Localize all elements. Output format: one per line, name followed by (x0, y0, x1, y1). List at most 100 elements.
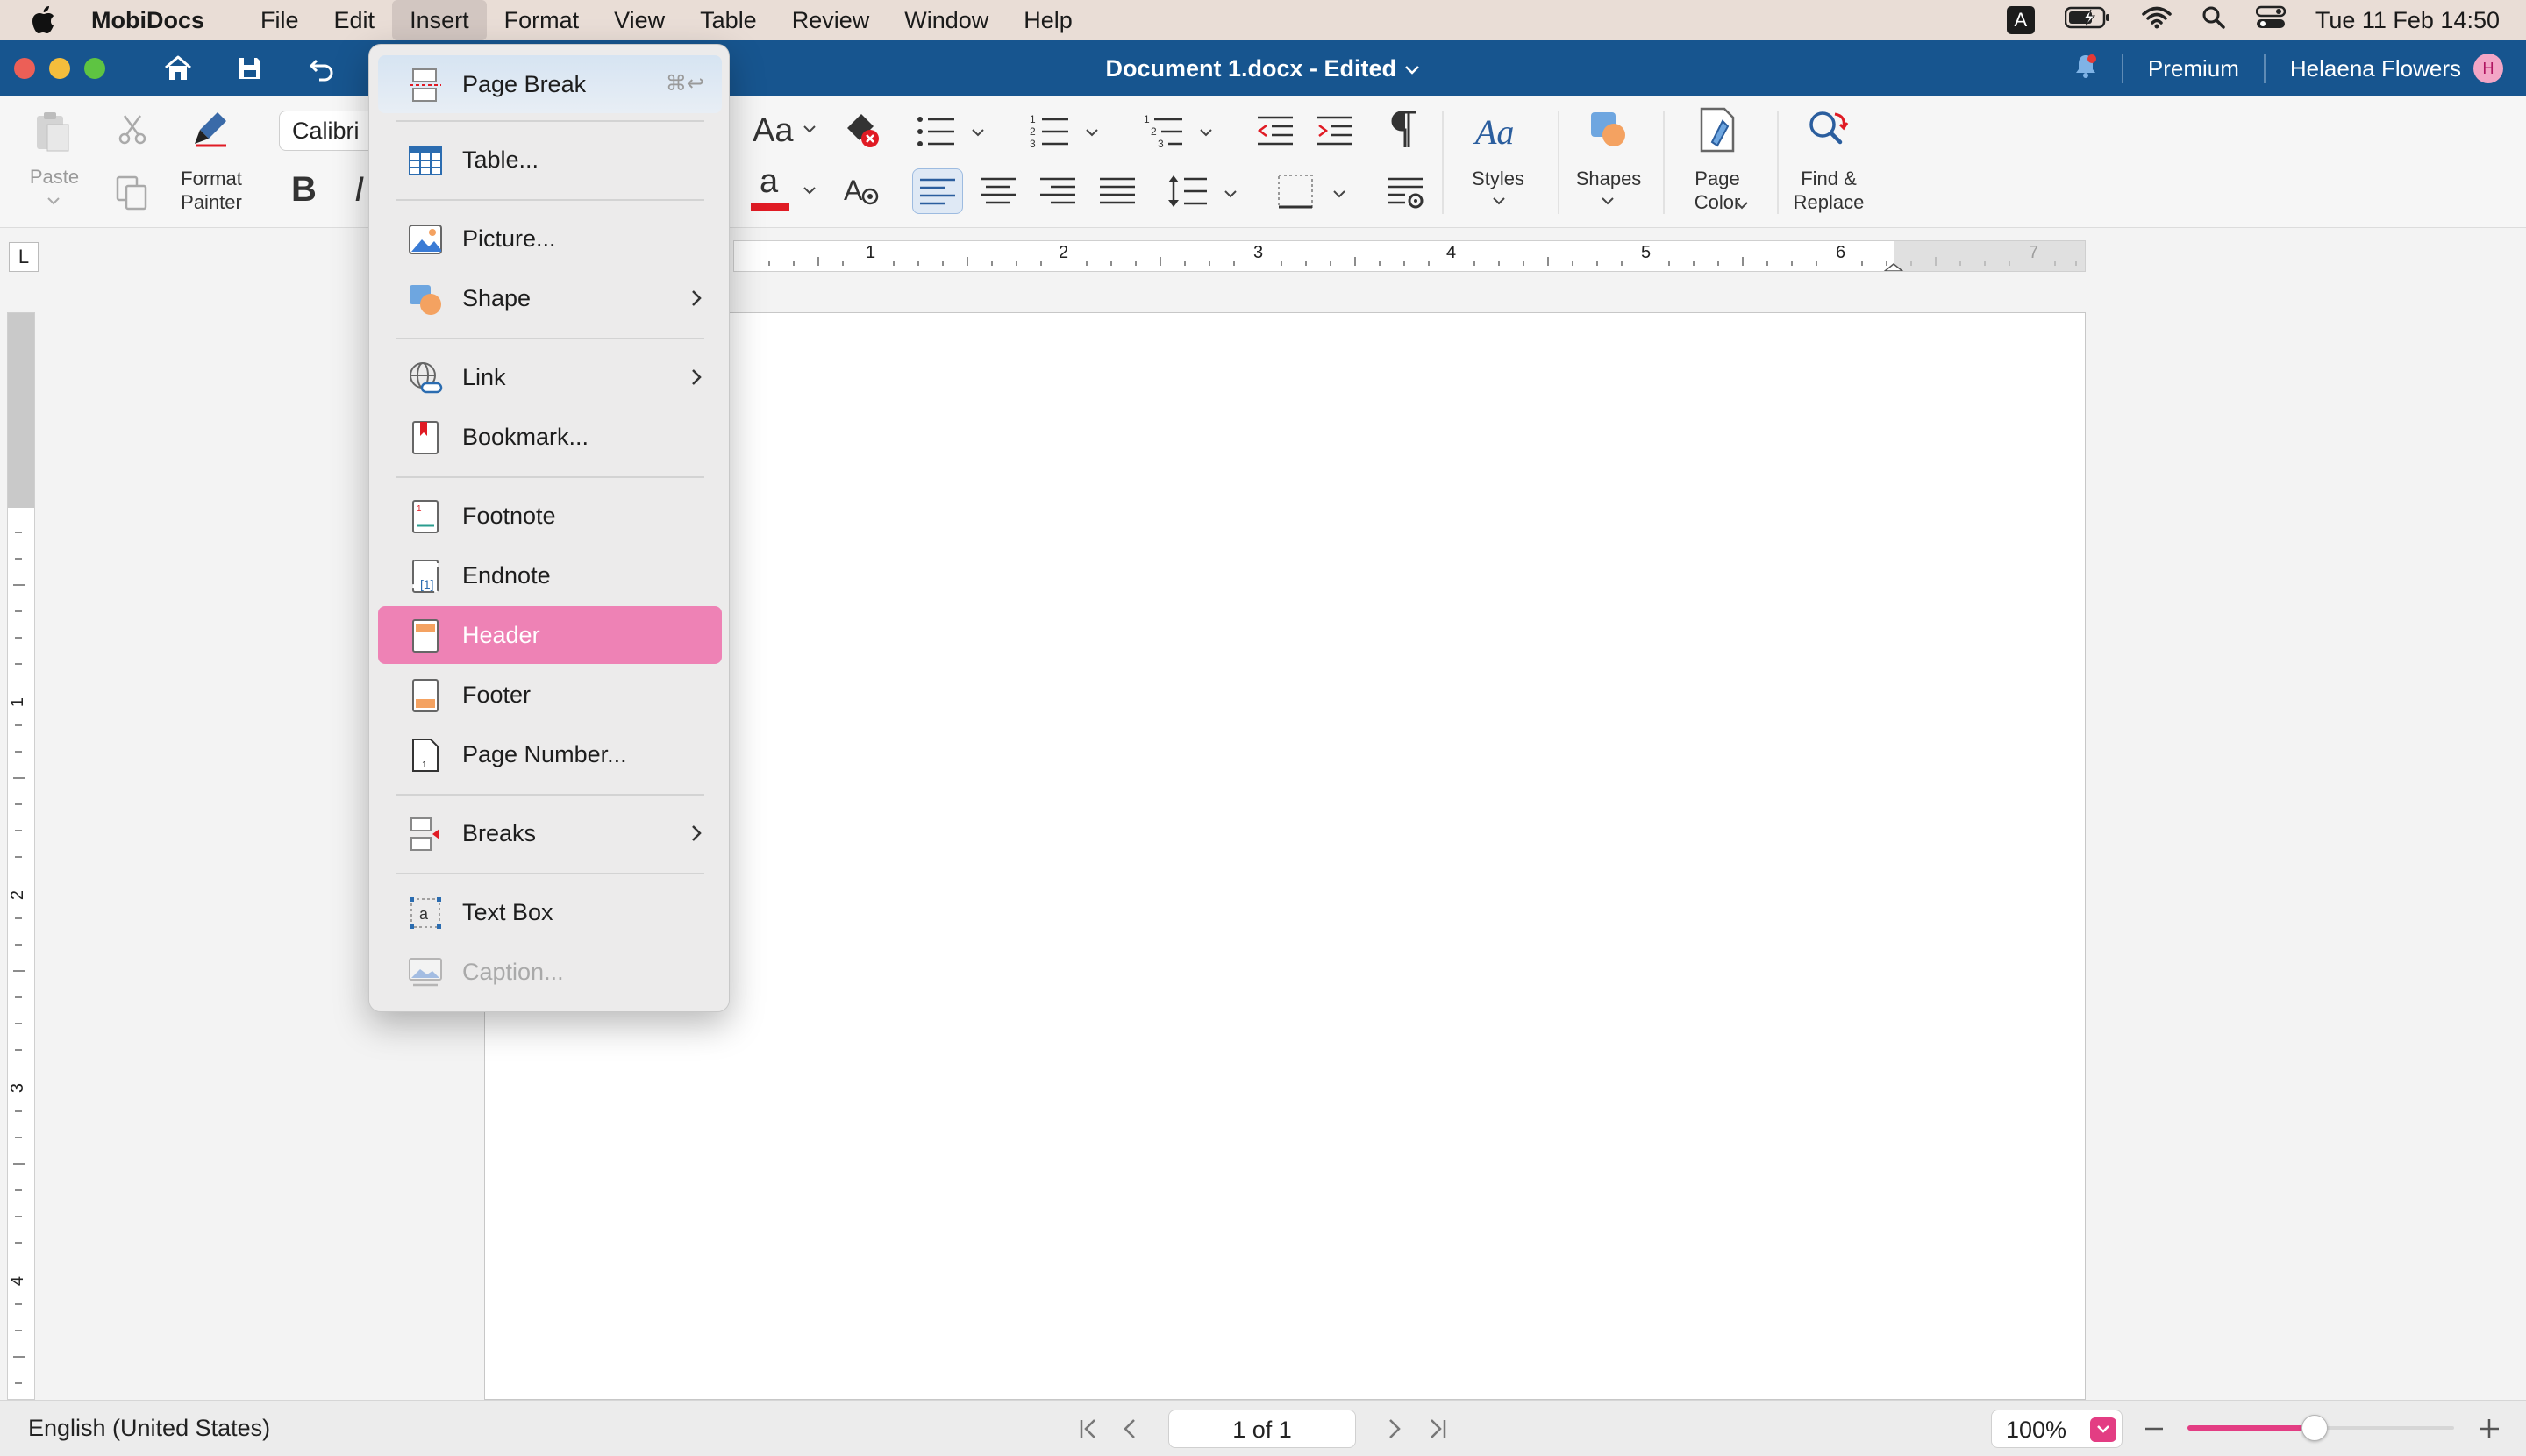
find-replace-label-1[interactable]: Find & (1780, 167, 1877, 190)
apple-icon[interactable] (30, 5, 60, 35)
battery-icon[interactable] (2064, 6, 2112, 35)
chevron-down-icon[interactable] (1198, 126, 1214, 142)
italic-button[interactable]: I (354, 170, 364, 210)
spotlight-search-icon[interactable] (2201, 5, 2226, 36)
find-replace-icon[interactable] (1805, 107, 1852, 157)
increase-indent-icon[interactable] (1316, 114, 1354, 153)
paste-icon[interactable] (33, 111, 72, 157)
chevron-down-icon[interactable] (1735, 198, 1749, 214)
vertical-ruler[interactable]: 1 2 3 4 (7, 312, 35, 1400)
home-icon[interactable] (163, 54, 193, 87)
chevron-down-icon[interactable] (1223, 188, 1238, 203)
menu-format[interactable]: Format (487, 0, 597, 40)
multilevel-list-icon[interactable]: 123 (1144, 112, 1186, 153)
format-painter-label-2[interactable]: Painter (172, 190, 251, 214)
page-indicator[interactable]: 1 of 1 (1168, 1410, 1356, 1448)
zoom-out-icon[interactable] (2144, 1418, 2165, 1445)
copy-icon[interactable] (116, 175, 149, 215)
menu-table[interactable]: Table (682, 0, 774, 40)
page-color-label-1[interactable]: Page (1675, 167, 1759, 190)
change-case-button[interactable]: Aa (753, 112, 793, 150)
undo-icon[interactable] (309, 55, 335, 86)
premium-button[interactable]: Premium (2148, 55, 2239, 82)
menu-item-footer[interactable]: Footer (378, 666, 722, 724)
control-center-icon[interactable] (2255, 5, 2287, 36)
menu-edit[interactable]: Edit (317, 0, 393, 40)
chevron-down-icon[interactable] (1084, 126, 1100, 142)
ruler-corner-tab-selector[interactable]: L (9, 242, 39, 272)
zoom-window-button[interactable] (84, 58, 105, 79)
zoom-dropdown-icon[interactable] (2090, 1417, 2116, 1442)
app-name-menu[interactable]: MobiDocs (91, 7, 204, 34)
zoom-field[interactable]: 100% (1991, 1410, 2123, 1448)
menu-view[interactable]: View (596, 0, 682, 40)
first-page-icon[interactable] (1077, 1417, 1100, 1447)
format-painter-label-1[interactable]: Format (172, 167, 251, 190)
menu-window[interactable]: Window (887, 0, 1006, 40)
user-name[interactable]: Helaena Flowers (2290, 55, 2461, 82)
menu-item-endnote[interactable]: [1] Endnote (378, 546, 722, 604)
font-name-field[interactable]: Calibri (279, 111, 375, 151)
horizontal-ruler[interactable]: 1 2 3 4 5 6 7 (733, 240, 2086, 272)
previous-page-icon[interactable] (1121, 1417, 1138, 1447)
text-effects-icon[interactable]: A (844, 174, 882, 213)
align-left-button[interactable] (912, 168, 963, 214)
menu-item-link[interactable]: Link (378, 348, 722, 406)
wifi-icon[interactable] (2142, 6, 2172, 35)
menu-item-page-break[interactable]: Page Break ⌘↩ (378, 55, 722, 113)
menu-file[interactable]: File (243, 0, 317, 40)
font-color-icon[interactable]: a (751, 163, 795, 211)
zoom-slider[interactable] (2187, 1415, 2454, 1441)
menubar-clock[interactable]: Tue 11 Feb 14:50 (2316, 7, 2500, 34)
align-center-icon[interactable] (979, 174, 1017, 213)
chevron-down-icon[interactable] (970, 126, 986, 142)
zoom-slider-thumb[interactable] (2301, 1415, 2328, 1441)
show-formatting-marks-icon[interactable] (1389, 109, 1419, 153)
chevron-down-icon[interactable] (46, 195, 61, 211)
borders-icon[interactable] (1277, 174, 1316, 213)
notification-bell-icon[interactable] (2074, 54, 2097, 84)
menu-help[interactable]: Help (1006, 0, 1090, 40)
menu-item-header[interactable]: Header (378, 606, 722, 664)
clear-formatting-icon[interactable] (842, 111, 881, 153)
find-replace-label-2[interactable]: Replace (1780, 190, 1877, 214)
chevron-down-icon[interactable] (1491, 195, 1507, 211)
bullet-list-icon[interactable] (916, 114, 958, 153)
document-title[interactable]: Document 1.docx - Edited (1035, 40, 1491, 96)
chevron-down-icon[interactable] (1600, 195, 1616, 211)
page-color-icon[interactable] (1696, 107, 1740, 157)
paragraph-settings-icon[interactable] (1386, 174, 1424, 215)
menu-item-page-number[interactable]: 1 Page Number... (378, 725, 722, 783)
decrease-indent-icon[interactable] (1256, 114, 1295, 153)
menu-item-text-box[interactable]: a Text Box (378, 883, 722, 941)
menu-item-breaks[interactable]: Breaks (378, 804, 722, 862)
chevron-down-icon[interactable] (802, 123, 817, 139)
justify-icon[interactable] (1098, 174, 1137, 213)
language-indicator[interactable]: English (United States) (28, 1415, 270, 1442)
styles-icon[interactable]: Aa (1473, 111, 1523, 157)
line-spacing-icon[interactable] (1167, 172, 1209, 215)
close-window-button[interactable] (14, 58, 35, 79)
menu-item-shape[interactable]: Shape (378, 269, 722, 327)
menu-item-picture[interactable]: Picture... (378, 210, 722, 268)
cut-icon[interactable] (118, 114, 147, 150)
save-icon[interactable] (237, 55, 263, 86)
zoom-in-icon[interactable] (2477, 1417, 2501, 1447)
numbered-list-icon[interactable]: 123 (1030, 112, 1072, 153)
bold-button[interactable]: B (291, 170, 317, 210)
input-source-icon[interactable]: A (2006, 6, 2035, 34)
menu-item-bookmark[interactable]: Bookmark... (378, 408, 722, 466)
avatar[interactable]: H (2473, 54, 2503, 83)
styles-label[interactable]: Styles (1456, 167, 1540, 190)
menu-insert[interactable]: Insert (392, 0, 487, 40)
menu-item-footnote[interactable]: 1 Footnote (378, 487, 722, 545)
format-painter-icon[interactable] (191, 109, 230, 152)
menu-review[interactable]: Review (774, 0, 888, 40)
last-page-icon[interactable] (1426, 1417, 1449, 1447)
shapes-icon[interactable] (1588, 109, 1630, 155)
chevron-down-icon[interactable] (802, 184, 817, 200)
align-right-icon[interactable] (1038, 174, 1077, 213)
next-page-icon[interactable] (1386, 1417, 1403, 1447)
paste-label[interactable]: Paste (23, 165, 86, 189)
chevron-down-icon[interactable] (1331, 188, 1347, 203)
